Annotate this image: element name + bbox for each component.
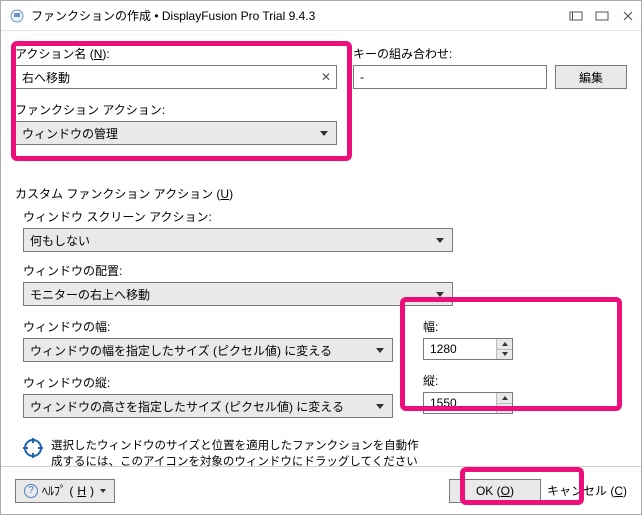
width-mode-value: ウィンドウの幅を指定したサイズ (ピクセル値) に変える (30, 342, 332, 359)
key-combo-label: キーの組み合わせ: (353, 45, 627, 62)
screen-action-value: 何もしない (30, 232, 90, 249)
chevron-down-icon (100, 489, 106, 493)
height-mode-label: ウィンドウの縦: (23, 374, 393, 391)
width-num-label: 幅: (423, 318, 603, 335)
screen-action-combo[interactable]: 何もしない (23, 228, 453, 252)
placement-combo[interactable]: モニターの右上へ移動 (23, 282, 453, 306)
help-button[interactable]: ? ﾍﾙﾌﾟ (H) (15, 479, 115, 503)
titlebar-extra-button-1[interactable] (563, 1, 589, 31)
width-mode-combo[interactable]: ウィンドウの幅を指定したサイズ (ピクセル値) に変える (23, 338, 393, 362)
width-spin-down[interactable] (496, 350, 512, 360)
height-spin-down[interactable] (496, 404, 512, 414)
edit-button[interactable]: 編集 (555, 65, 627, 89)
custom-section-header: カスタム ファンクション アクション (U) (15, 185, 627, 202)
close-button[interactable] (615, 1, 641, 31)
height-num-label: 縦: (423, 372, 603, 389)
height-spin-up[interactable] (496, 393, 512, 404)
target-icon[interactable] (23, 438, 43, 458)
width-mode-label: ウィンドウの幅: (23, 318, 393, 335)
titlebar: ファンクションの作成 • DisplayFusion Pro Trial 9.4… (1, 1, 641, 31)
footer: ? ﾍﾙﾌﾟ (H) OK (O) キャンセル (C) (1, 466, 641, 514)
height-mode-combo[interactable]: ウィンドウの高さを指定したサイズ (ピクセル値) に変える (23, 394, 393, 418)
width-spin-up[interactable] (496, 339, 512, 350)
action-name-input[interactable] (15, 65, 337, 89)
titlebar-extra-button-2[interactable] (589, 1, 615, 31)
function-action-value: ウィンドウの管理 (22, 125, 118, 142)
ok-button[interactable]: OK (O) (449, 479, 541, 503)
height-mode-value: ウィンドウの高さを指定したサイズ (ピクセル値) に変える (30, 398, 344, 415)
key-combo-input[interactable] (353, 65, 547, 89)
content-area: アクション名 (N): ✕ ファンクション アクション: ウィンドウの管理 キー… (1, 31, 641, 478)
function-action-label: ファンクション アクション: (15, 101, 337, 118)
placement-value: モニターの右上へ移動 (30, 286, 150, 303)
window-title: ファンクションの作成 • DisplayFusion Pro Trial 9.4… (31, 7, 315, 24)
help-icon: ? (24, 484, 38, 498)
placement-label: ウィンドウの配置: (23, 262, 627, 279)
cancel-button[interactable]: キャンセル (C) (547, 482, 627, 499)
window: ファンクションの作成 • DisplayFusion Pro Trial 9.4… (0, 0, 642, 515)
app-icon (9, 8, 25, 24)
function-action-combo[interactable]: ウィンドウの管理 (15, 121, 337, 145)
screen-action-label: ウィンドウ スクリーン アクション: (23, 208, 627, 225)
clear-icon[interactable]: ✕ (319, 70, 333, 84)
action-name-label: アクション名 (N): (15, 45, 337, 62)
